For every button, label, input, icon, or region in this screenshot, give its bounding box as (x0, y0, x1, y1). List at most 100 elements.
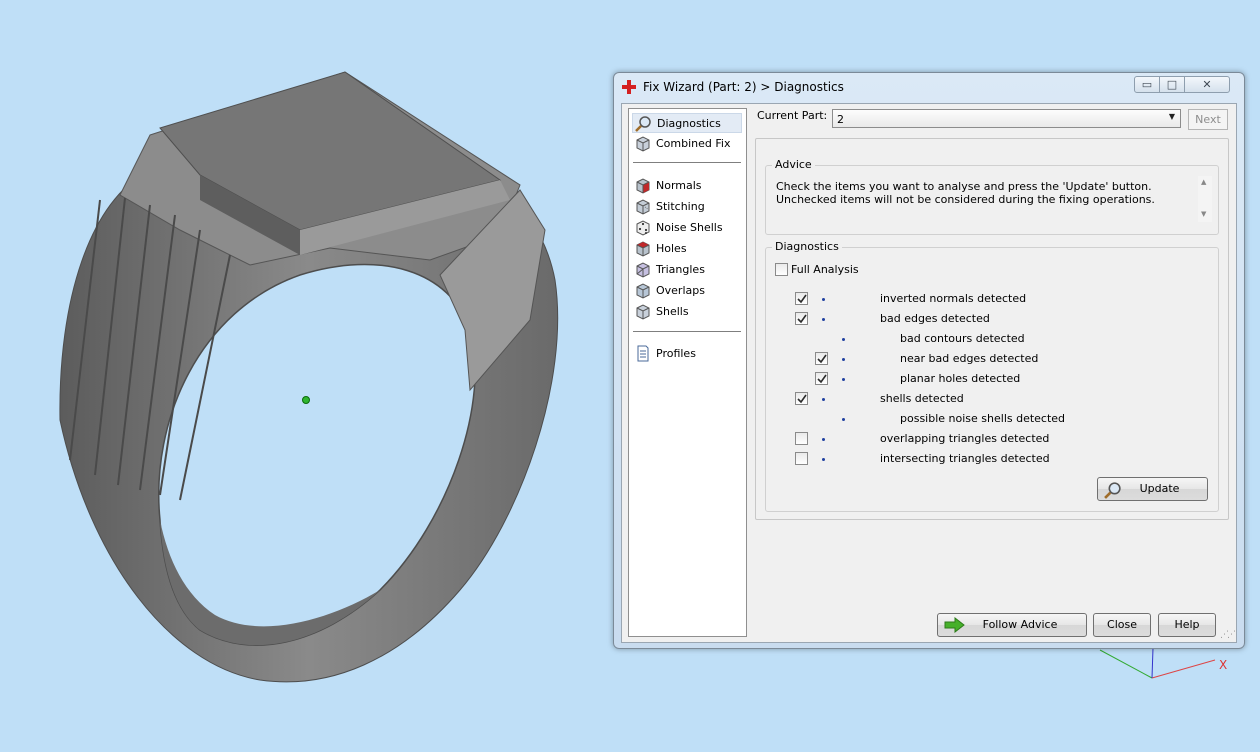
bullet-icon (822, 298, 825, 301)
minimize-button[interactable]: ▭ (1134, 76, 1160, 93)
axis-triad (1099, 647, 1216, 679)
current-part-label: Current Part: (757, 109, 828, 122)
nav-item-stitching[interactable]: Stitching (632, 197, 742, 217)
ring-model[interactable] (59, 71, 559, 683)
nav-item-diagnostics[interactable]: Diagnostics (632, 113, 742, 133)
noise-shells-label: possible noise shells detected (900, 412, 1066, 425)
pivot-point (302, 396, 310, 404)
shells-checkbox[interactable] (795, 392, 808, 405)
diagnostics-title: Diagnostics (772, 240, 842, 253)
title-bar[interactable]: Fix Wizard (Part: 2) > Diagnostics ▭ □ ✕ (614, 73, 1244, 101)
dialog-client: Diagnostics Combined Fix Normals Stitchi… (621, 103, 1237, 643)
dropdown-arrow-icon: ▼ (1168, 112, 1175, 121)
follow-advice-button[interactable]: Follow Advice (937, 613, 1087, 637)
nav-item-normals[interactable]: Normals (632, 176, 742, 196)
advice-scrollbar[interactable]: ▲ ▼ (1198, 176, 1212, 222)
wizard-nav-list: Diagnostics Combined Fix Normals Stitchi… (628, 108, 747, 637)
triangles-cube-icon (636, 262, 650, 278)
advice-text: Check the items you want to analyse and … (776, 180, 1155, 206)
stitching-cube-icon (636, 199, 650, 215)
next-button[interactable]: Next (1188, 109, 1228, 130)
window-title: Fix Wizard (Part: 2) > Diagnostics (643, 80, 844, 94)
noise-shells-dice-icon (636, 220, 650, 236)
red-cross-icon (622, 80, 636, 94)
bad-edges-checkbox[interactable] (795, 312, 808, 325)
checkmark-icon (817, 354, 827, 364)
checkmark-icon (797, 294, 807, 304)
cube-icon (636, 136, 650, 152)
nav-label: Normals (656, 179, 702, 192)
bullet-icon (822, 438, 825, 441)
holes-cube-icon (636, 241, 650, 257)
bullet-icon (822, 398, 825, 401)
bullet-icon (842, 338, 845, 341)
shells-label: shells detected (880, 392, 964, 405)
update-label: Update (1139, 482, 1180, 495)
bullet-icon (842, 378, 845, 381)
bad-edges-label: bad edges detected (880, 312, 990, 325)
planar-holes-label: planar holes detected (900, 372, 1021, 385)
nav-item-noise-shells[interactable]: Noise Shells (632, 218, 742, 238)
inverted-normals-label: inverted normals detected (880, 292, 1027, 305)
current-part-value: 2 (837, 113, 844, 126)
nav-item-combined-fix[interactable]: Combined Fix (632, 134, 742, 154)
resize-grip-icon[interactable]: ⋰⋰ (1220, 630, 1236, 640)
nav-label: Stitching (656, 200, 705, 213)
nav-item-shells[interactable]: Shells (632, 302, 742, 322)
full-analysis-checkbox[interactable] (775, 263, 788, 276)
overlapping-triangles-label: overlapping triangles detected (880, 432, 1050, 445)
update-button[interactable]: Update (1097, 477, 1208, 501)
scroll-down-icon[interactable]: ▼ (1201, 210, 1206, 218)
green-arrow-icon (944, 617, 965, 633)
inverted-normals-checkbox[interactable] (795, 292, 808, 305)
overlapping-triangles-checkbox[interactable] (795, 432, 808, 445)
full-analysis-label: Full Analysis (791, 263, 859, 276)
bullet-icon (822, 318, 825, 321)
follow-advice-label: Follow Advice (982, 618, 1058, 631)
bullet-icon (842, 418, 845, 421)
near-bad-edges-label: near bad edges detected (900, 352, 1039, 365)
overlaps-cube-icon (636, 283, 650, 299)
advice-title: Advice (772, 158, 815, 171)
scroll-up-icon[interactable]: ▲ (1201, 178, 1206, 186)
nav-item-triangles[interactable]: Triangles (632, 260, 742, 280)
diagnostics-page: Advice Check the items you want to analy… (755, 138, 1229, 520)
near-bad-edges-checkbox[interactable] (815, 352, 828, 365)
close-button[interactable]: Close (1093, 613, 1151, 637)
diagnostics-group: Diagnostics Full Analysis inverted norma… (765, 240, 1219, 512)
nav-label: Diagnostics (657, 117, 721, 130)
nav-label: Noise Shells (656, 221, 723, 234)
intersecting-triangles-label: intersecting triangles detected (880, 452, 1050, 465)
document-icon (637, 345, 649, 362)
shells-cube-icon (636, 304, 650, 320)
magnifier-icon (1104, 482, 1121, 499)
normals-cube-icon (636, 178, 650, 194)
advice-group: Advice Check the items you want to analy… (765, 158, 1219, 235)
bad-contours-label: bad contours detected (900, 332, 1025, 345)
maximize-button[interactable]: □ (1159, 76, 1185, 93)
nav-label: Overlaps (656, 284, 705, 297)
help-button[interactable]: Help (1158, 613, 1216, 637)
nav-label: Combined Fix (656, 137, 731, 150)
nav-label: Holes (656, 242, 687, 255)
nav-item-holes[interactable]: Holes (632, 239, 742, 259)
fix-wizard-window[interactable]: Fix Wizard (Part: 2) > Diagnostics ▭ □ ✕… (613, 72, 1245, 649)
nav-separator (633, 331, 741, 333)
planar-holes-checkbox[interactable] (815, 372, 828, 385)
nav-label: Profiles (656, 347, 696, 360)
intersecting-triangles-checkbox[interactable] (795, 452, 808, 465)
checkmark-icon (817, 374, 827, 384)
checkmark-icon (797, 314, 807, 324)
nav-item-profiles[interactable]: Profiles (632, 344, 742, 364)
nav-label: Triangles (656, 263, 705, 276)
bullet-icon (842, 358, 845, 361)
close-window-button[interactable]: ✕ (1184, 76, 1230, 93)
x-axis-label: X (1219, 658, 1228, 672)
checkmark-icon (797, 394, 807, 404)
magnifier-icon (635, 116, 651, 132)
current-part-dropdown[interactable]: 2 ▼ (832, 109, 1181, 128)
bullet-icon (822, 458, 825, 461)
nav-separator (633, 162, 741, 164)
nav-item-overlaps[interactable]: Overlaps (632, 281, 742, 301)
nav-label: Shells (656, 305, 689, 318)
